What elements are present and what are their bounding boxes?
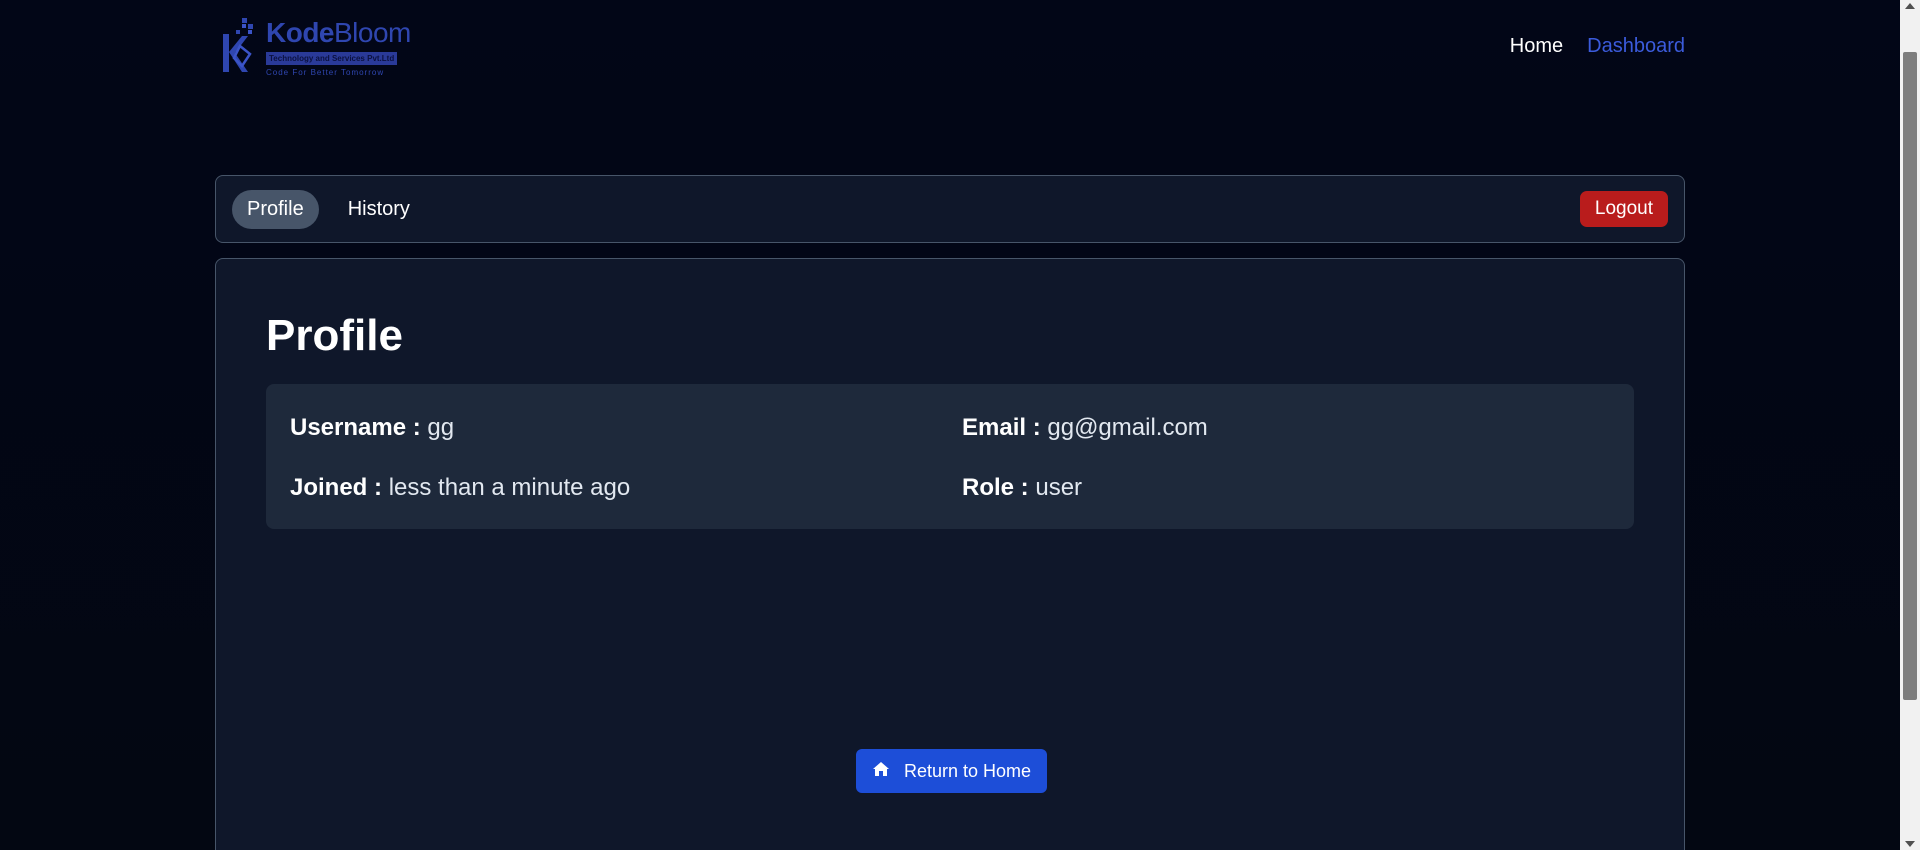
logo-tagline: Code For Better Tomorrow [266,67,385,77]
site-header: KodeBloom Technology and Services Pvt.Lt… [220,0,1685,92]
username-value: gg [427,414,455,441]
return-to-home-button[interactable]: Return to Home [856,749,1048,793]
profile-panel: Profile Username : gg Email : gg@gmail.c… [215,258,1685,850]
logo-subtitle: Technology and Services Pvt.Ltd [266,51,398,65]
logo-name: KodeBloom [266,16,411,48]
nav-dashboard-link[interactable]: Dashboard [1587,35,1685,58]
email-field: Email : gg@gmail.com [962,414,1208,442]
joined-value: less than a minute ago [388,474,631,501]
page-scrollbar[interactable] [1900,0,1920,850]
role-label: Role : [962,474,1029,501]
email-value: gg@gmail.com [1047,414,1208,441]
profile-info-card: Username : gg Email : gg@gmail.com Joine… [266,384,1634,529]
joined-field: Joined : less than a minute ago [290,474,630,502]
tab-history[interactable]: History [333,190,425,229]
return-to-home-label: Return to Home [904,760,1032,781]
tab-profile[interactable]: Profile [232,189,319,229]
page: KodeBloom Technology and Services Pvt.Lt… [0,0,1920,850]
main-nav: Home Dashboard [1510,35,1685,58]
scrollbar-thumb[interactable] [1903,52,1917,700]
kodebloom-logo-mark-icon [220,16,260,74]
scroll-down-icon[interactable] [1905,841,1915,847]
profile-tab-bar: Profile History Logout [215,175,1685,243]
page-title: Profile [266,311,403,360]
email-label: Email : [962,414,1041,441]
role-field: Role : user [962,474,1082,502]
role-value: user [1035,474,1083,501]
username-label: Username : [290,414,421,441]
home-icon [872,761,890,782]
scroll-up-icon[interactable] [1905,3,1915,9]
nav-home-link[interactable]: Home [1510,35,1563,58]
kodebloom-logo[interactable]: KodeBloom Technology and Services Pvt.Lt… [220,16,411,77]
joined-label: Joined : [290,474,383,501]
username-field: Username : gg [290,414,454,442]
logout-button[interactable]: Logout [1579,191,1668,227]
